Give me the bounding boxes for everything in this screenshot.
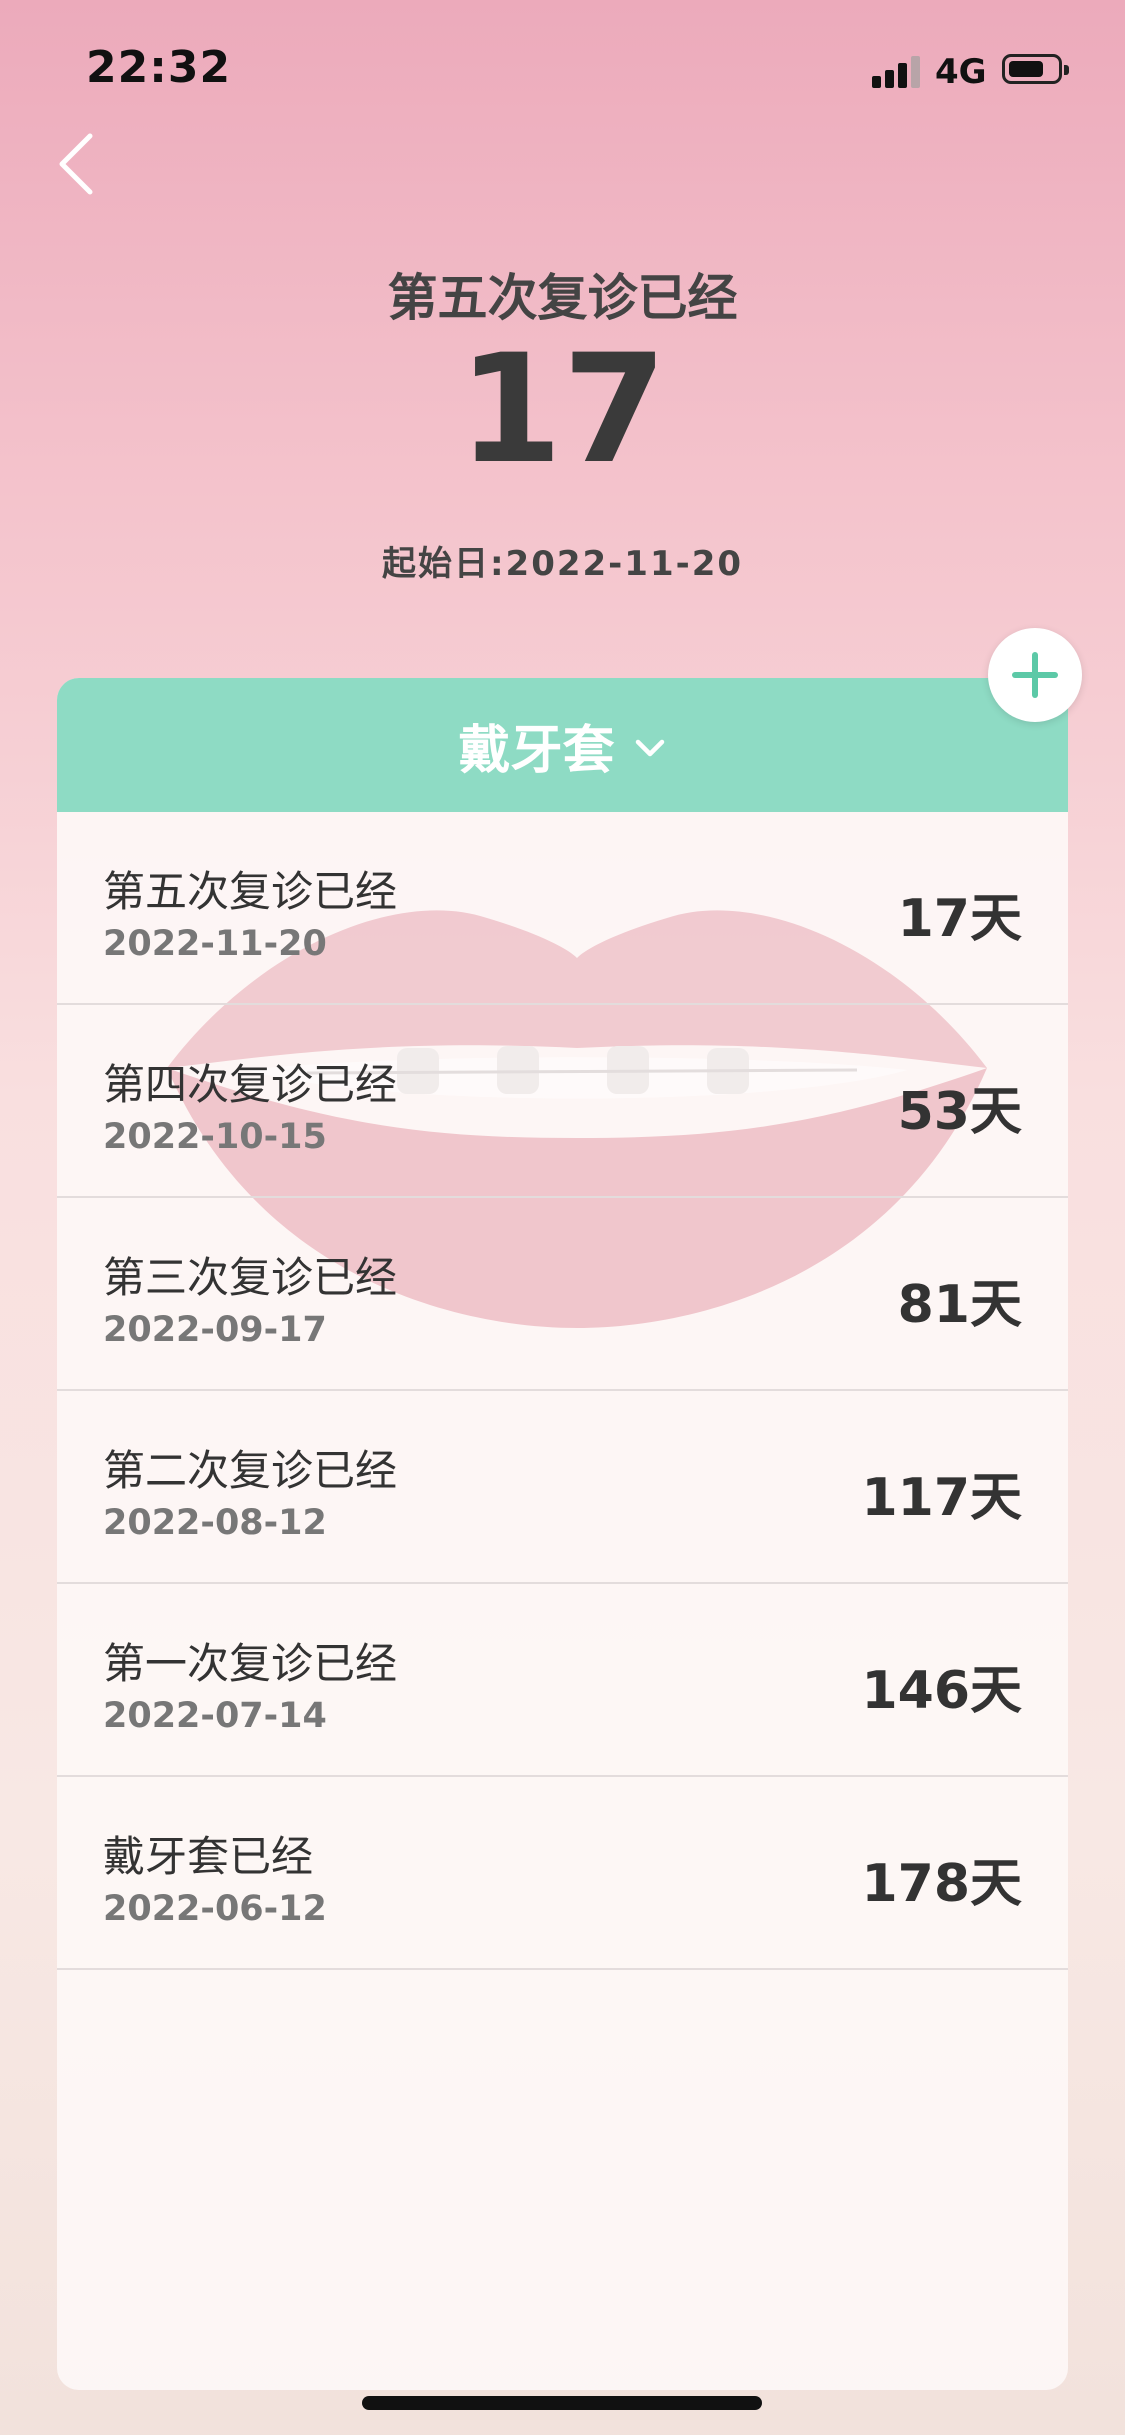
current-day-count: 17	[458, 323, 667, 497]
records-card: 戴牙套 第五次复诊已经 2022-11-20 17天 第四次复诊已经 2022-…	[57, 678, 1068, 2390]
record-title: 戴牙套已经	[103, 1832, 314, 1881]
record-date: 2022-11-20	[103, 924, 327, 964]
record-days: 17天	[897, 889, 1022, 949]
list-item[interactable]: 第二次复诊已经 2022-08-12 117天	[57, 1391, 1068, 1584]
category-selector[interactable]: 戴牙套	[57, 678, 1068, 812]
record-date: 2022-09-17	[103, 1310, 327, 1350]
record-list: 第五次复诊已经 2022-11-20 17天 第四次复诊已经 2022-10-1…	[57, 812, 1068, 1970]
list-item[interactable]: 第四次复诊已经 2022-10-15 53天	[57, 1005, 1068, 1198]
record-title: 第一次复诊已经	[103, 1639, 398, 1688]
record-date: 2022-10-15	[103, 1117, 327, 1157]
signal-icon	[872, 56, 922, 88]
chevron-left-icon	[59, 133, 93, 195]
record-date: 2022-08-12	[103, 1503, 327, 1543]
record-title: 第四次复诊已经	[103, 1060, 398, 1109]
record-title: 第五次复诊已经	[103, 867, 398, 916]
list-item[interactable]: 戴牙套已经 2022-06-12 178天	[57, 1777, 1068, 1970]
status-time: 22:32	[86, 42, 232, 93]
back-button[interactable]	[48, 128, 108, 198]
start-date: 起始日:2022-11-20	[381, 544, 744, 584]
list-item[interactable]: 第一次复诊已经 2022-07-14 146天	[57, 1584, 1068, 1777]
chevron-down-icon	[635, 739, 664, 757]
record-date: 2022-06-12	[103, 1889, 327, 1929]
record-days: 53天	[897, 1082, 1022, 1142]
add-button[interactable]	[988, 628, 1082, 722]
battery-icon	[1002, 54, 1069, 84]
record-days: 117天	[861, 1468, 1022, 1528]
record-title: 第三次复诊已经	[103, 1253, 398, 1302]
current-event-title: 第五次复诊已经	[387, 269, 738, 327]
record-days: 146天	[861, 1661, 1022, 1721]
home-indicator[interactable]	[362, 2396, 762, 2410]
record-days: 178天	[861, 1854, 1022, 1914]
network-type: 4G	[935, 52, 987, 92]
status-bar: 22:32 4G	[0, 0, 1125, 135]
record-days: 81天	[897, 1275, 1022, 1335]
category-label: 戴牙套	[458, 720, 615, 781]
list-item[interactable]: 第三次复诊已经 2022-09-17 81天	[57, 1198, 1068, 1391]
list-item[interactable]: 第五次复诊已经 2022-11-20 17天	[57, 812, 1068, 1005]
record-title: 第二次复诊已经	[103, 1446, 398, 1495]
record-date: 2022-07-14	[103, 1696, 327, 1736]
plus-icon	[1012, 652, 1058, 698]
